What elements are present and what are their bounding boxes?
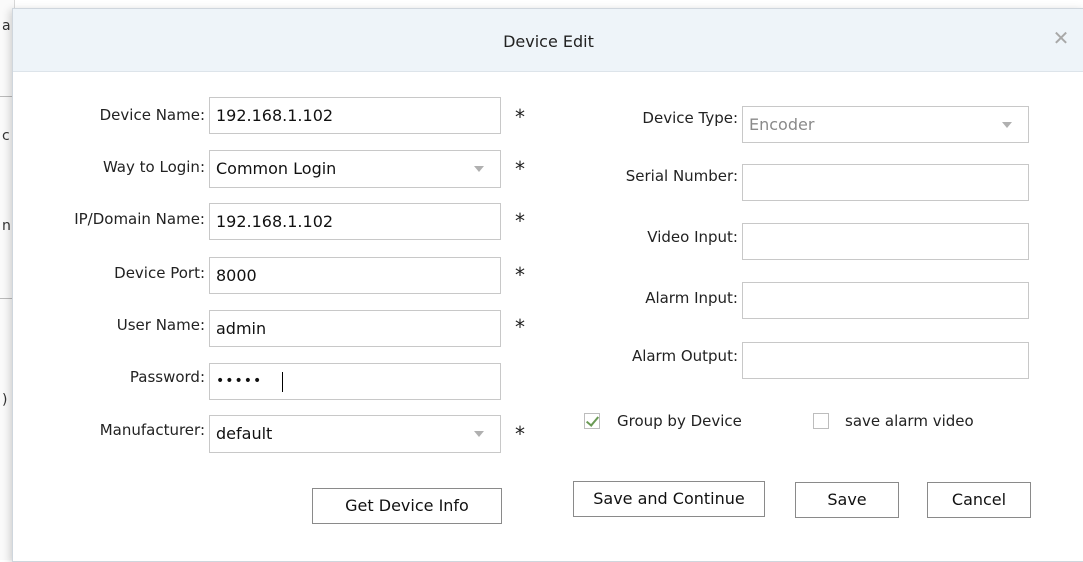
serial-number-input[interactable] <box>742 164 1029 201</box>
way-to-login-select[interactable]: Common Login <box>209 150 501 188</box>
password-input[interactable]: ••••• <box>209 363 501 400</box>
ip-domain-value: 192.168.1.102 <box>216 212 334 231</box>
manufacturer-value: default <box>216 424 273 443</box>
ip-domain-input[interactable]: 192.168.1.102 <box>209 203 501 240</box>
text-caret <box>282 372 283 392</box>
save-alarm-video-checkbox[interactable] <box>813 413 829 429</box>
alarm-input-input[interactable] <box>742 282 1029 319</box>
alarm-input-label: Alarm Input: <box>645 289 738 307</box>
required-marker: * <box>515 315 525 339</box>
background-divider <box>0 96 12 97</box>
save-and-continue-button[interactable]: Save and Continue <box>573 481 765 517</box>
required-marker: * <box>515 157 525 181</box>
get-device-info-button[interactable]: Get Device Info <box>312 488 502 524</box>
way-to-login-label: Way to Login: <box>102 158 205 176</box>
background-divider <box>0 298 12 299</box>
device-edit-dialog: Device Edit ✕ Device Name: 192.168.1.102… <box>12 8 1083 562</box>
ip-domain-label: IP/Domain Name: <box>74 210 205 228</box>
manufacturer-select[interactable]: default <box>209 415 501 453</box>
device-port-input[interactable]: 8000 <box>209 257 501 294</box>
user-name-label: User Name: <box>116 316 205 334</box>
device-port-value: 8000 <box>216 266 257 285</box>
video-input-label: Video Input: <box>647 228 738 246</box>
close-icon[interactable]: ✕ <box>1050 27 1072 49</box>
serial-number-label: Serial Number: <box>625 167 738 185</box>
cancel-button[interactable]: Cancel <box>927 482 1031 518</box>
user-name-value: admin <box>216 319 267 338</box>
required-marker: * <box>515 422 525 446</box>
device-name-value: 192.168.1.102 <box>216 106 334 125</box>
device-type-value: Encoder <box>749 115 815 134</box>
device-type-select[interactable]: Encoder <box>742 106 1029 143</box>
device-name-label: Device Name: <box>99 106 205 124</box>
background-text-fragment: a <box>2 18 11 34</box>
manufacturer-label: Manufacturer: <box>99 421 205 439</box>
video-input-input[interactable] <box>742 223 1029 260</box>
save-button[interactable]: Save <box>795 482 899 518</box>
dialog-titlebar: Device Edit ✕ <box>13 9 1083 72</box>
check-icon <box>585 413 600 427</box>
device-type-label: Device Type: <box>642 109 738 127</box>
background-text-fragment: c <box>2 128 10 144</box>
group-by-device-checkbox[interactable] <box>584 413 600 429</box>
chevron-down-icon <box>1002 122 1012 128</box>
device-name-input[interactable]: 192.168.1.102 <box>209 97 501 134</box>
required-marker: * <box>515 263 525 287</box>
dialog-title: Device Edit <box>503 32 594 51</box>
alarm-output-label: Alarm Output: <box>631 347 738 365</box>
chevron-down-icon <box>474 431 484 437</box>
password-label: Password: <box>129 368 205 386</box>
password-value: ••••• <box>216 373 263 389</box>
way-to-login-value: Common Login <box>216 159 337 178</box>
required-marker: * <box>515 105 525 129</box>
chevron-down-icon <box>474 166 484 172</box>
alarm-output-input[interactable] <box>742 342 1029 379</box>
save-alarm-video-label[interactable]: save alarm video <box>845 412 974 430</box>
group-by-device-label[interactable]: Group by Device <box>617 412 742 430</box>
background-text-fragment: n <box>2 218 11 234</box>
user-name-input[interactable]: admin <box>209 310 501 347</box>
device-port-label: Device Port: <box>114 264 205 282</box>
background-text-fragment: ) <box>2 392 8 408</box>
required-marker: * <box>515 209 525 233</box>
